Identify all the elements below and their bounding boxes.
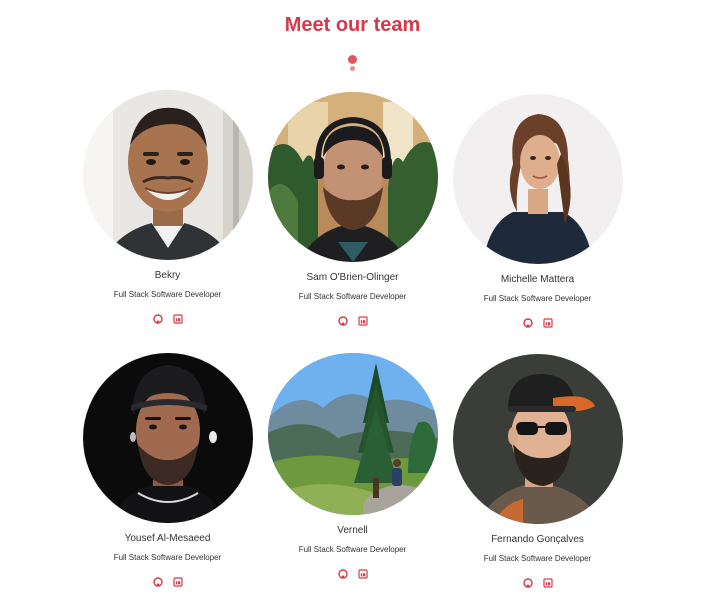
github-icon[interactable] bbox=[522, 578, 533, 588]
social-links bbox=[260, 569, 445, 581]
linkedin-icon[interactable] bbox=[542, 318, 553, 328]
member-role: Full Stack Software Developer bbox=[113, 290, 222, 299]
linkedin-icon[interactable] bbox=[172, 577, 183, 587]
team-member-card: Sam O'Brien-Olinger Full Stack Software … bbox=[260, 92, 445, 328]
social-links bbox=[260, 316, 445, 328]
github-icon[interactable] bbox=[152, 314, 163, 324]
github-icon[interactable] bbox=[152, 577, 163, 587]
github-icon[interactable] bbox=[337, 569, 348, 579]
social-links bbox=[445, 318, 630, 330]
avatar bbox=[82, 90, 253, 260]
member-name: Michelle Mattera bbox=[500, 274, 575, 285]
linkedin-icon[interactable] bbox=[357, 316, 368, 326]
member-role: Full Stack Software Developer bbox=[298, 545, 407, 554]
social-links bbox=[75, 577, 260, 589]
member-role: Full Stack Software Developer bbox=[298, 292, 407, 301]
team-member-card: Vernell Full Stack Software Developer bbox=[260, 353, 445, 581]
member-name: Bekry bbox=[154, 270, 181, 281]
avatar bbox=[267, 353, 438, 515]
team-page: Meet our team Bekry Full Stack Software … bbox=[0, 0, 715, 603]
github-icon[interactable] bbox=[522, 318, 533, 328]
linkedin-icon[interactable] bbox=[357, 569, 368, 579]
title-divider-dots bbox=[347, 55, 359, 75]
team-member-card: Yousef Al-Mesaeed Full Stack Software De… bbox=[75, 353, 260, 589]
team-member-card: Bekry Full Stack Software Developer bbox=[75, 90, 260, 326]
avatar bbox=[267, 92, 438, 262]
member-name: Vernell bbox=[337, 525, 368, 536]
member-role: Full Stack Software Developer bbox=[483, 554, 592, 563]
github-icon[interactable] bbox=[337, 316, 348, 326]
member-name: Fernando Gonçalves bbox=[491, 534, 584, 545]
linkedin-icon[interactable] bbox=[542, 578, 553, 588]
avatar bbox=[452, 94, 623, 264]
page-title: Meet our team bbox=[284, 14, 421, 36]
member-role: Full Stack Software Developer bbox=[483, 294, 592, 303]
social-links bbox=[75, 314, 260, 326]
team-member-card: Fernando Gonçalves Full Stack Software D… bbox=[445, 354, 630, 590]
divider-dot-large bbox=[348, 55, 357, 64]
team-member-card: Michelle Mattera Full Stack Software Dev… bbox=[445, 94, 630, 330]
divider-dot-small bbox=[350, 66, 355, 71]
member-name: Sam O'Brien-Olinger bbox=[306, 272, 399, 283]
member-name: Yousef Al-Mesaeed bbox=[124, 533, 211, 544]
social-links bbox=[445, 578, 630, 590]
avatar bbox=[82, 353, 253, 523]
linkedin-icon[interactable] bbox=[172, 314, 183, 324]
member-role: Full Stack Software Developer bbox=[113, 553, 222, 562]
avatar bbox=[452, 354, 623, 524]
